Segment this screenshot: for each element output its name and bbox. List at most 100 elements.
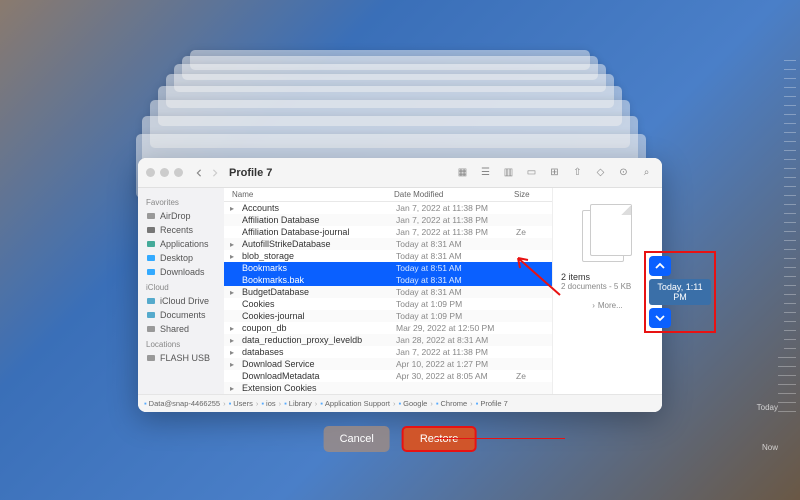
file-name: Accounts [242, 203, 396, 213]
sidebar-item-label: Applications [160, 239, 209, 249]
search-button[interactable]: ⌕ [639, 165, 654, 180]
desktop-icon [146, 253, 156, 263]
view-gallery-button[interactable]: ▭ [524, 165, 539, 180]
file-name: coupon_db [242, 323, 396, 333]
path-separator: › [223, 399, 226, 408]
path-segment[interactable]: ▪Profile 7 [476, 399, 508, 408]
path-segment[interactable]: ▪Google [398, 399, 427, 408]
action-button[interactable]: ⊙ [616, 165, 631, 180]
back-button[interactable] [191, 165, 207, 181]
path-segment[interactable]: ▪Library [284, 399, 312, 408]
path-segment[interactable]: ▪Data@snap-4466255 [144, 399, 220, 408]
file-date: Jan 7, 2022 at 11:38 PM [396, 215, 516, 225]
path-segment[interactable]: ▪Chrome [436, 399, 467, 408]
action-buttons: Cancel Restore [324, 426, 477, 452]
file-list: Name Date Modified Size ▸AccountsJan 7, … [224, 188, 552, 394]
file-name: AutofillStrikeDatabase [242, 239, 396, 249]
file-row[interactable]: ▸AutofillStrikeDatabaseToday at 8:31 AM [224, 238, 552, 250]
time-machine-nav: Today, 1:11 PM [644, 251, 716, 333]
path-segment[interactable]: ▪Application Support [320, 399, 390, 408]
sidebar-item-applications[interactable]: Applications [142, 237, 220, 251]
path-separator: › [279, 399, 282, 408]
document-stack-icon [578, 204, 638, 264]
path-segment[interactable]: ▪Users [229, 399, 253, 408]
folder-icon: ▪ [436, 399, 439, 408]
timeline-scrubber[interactable]: Today Now [766, 60, 796, 460]
file-size: Ze [516, 227, 546, 237]
view-icon-button[interactable]: ▦ [455, 165, 470, 180]
group-button[interactable]: ⊞ [547, 165, 562, 180]
file-date: Jan 7, 2022 at 11:38 PM [396, 203, 516, 213]
file-date: Apr 10, 2022 at 1:27 PM [396, 359, 516, 369]
annotation-arrow-icon [510, 250, 565, 300]
file-date: Jan 7, 2022 at 11:38 PM [396, 347, 516, 357]
path-segment[interactable]: ▪ios [261, 399, 275, 408]
sidebar-item-label: Documents [160, 310, 206, 320]
sidebar-item-label: Desktop [160, 253, 193, 263]
annotation-line [435, 438, 565, 439]
cancel-button[interactable]: Cancel [324, 426, 390, 452]
file-name: Bookmarks.bak [242, 275, 396, 285]
file-name: Affiliation Database-journal [242, 227, 396, 237]
path-separator: › [470, 399, 473, 408]
file-name: Extension Cookies [242, 383, 396, 393]
file-row[interactable]: ▸coupon_dbMar 29, 2022 at 12:50 PM [224, 322, 552, 334]
sidebar-item-flash-usb[interactable]: FLASH USB [142, 351, 220, 365]
sidebar-item-documents[interactable]: Documents [142, 308, 220, 322]
chevron-right-icon: › [592, 301, 595, 310]
file-row[interactable]: CookiesToday at 1:09 PM [224, 298, 552, 310]
sidebar-item-label: iCloud Drive [160, 296, 209, 306]
file-row[interactable]: Affiliation Database-journalJan 7, 2022 … [224, 226, 552, 238]
nav-up-button[interactable] [649, 256, 671, 276]
file-date: Today at 8:31 AM [396, 287, 516, 297]
column-header-size[interactable]: Size [514, 190, 544, 199]
sidebar-item-downloads[interactable]: Downloads [142, 265, 220, 279]
view-column-button[interactable]: ▥ [501, 165, 516, 180]
file-row[interactable]: ▸AccountsJan 7, 2022 at 11:38 PM [224, 202, 552, 214]
file-row[interactable]: ▸BudgetDatabaseToday at 8:31 AM [224, 286, 552, 298]
sidebar-item-airdrop[interactable]: AirDrop [142, 209, 220, 223]
toolbar: Profile 7 ▦ ☰ ▥ ▭ ⊞ ⇧ ◇ ⊙ ⌕ [138, 158, 662, 188]
tag-button[interactable]: ◇ [593, 165, 608, 180]
file-name: data_reduction_proxy_leveldb [242, 335, 396, 345]
folder-icon: ▸ [230, 348, 240, 357]
file-row[interactable]: ▸databasesJan 7, 2022 at 11:38 PM [224, 346, 552, 358]
file-row[interactable]: BookmarksToday at 8:51 AM [224, 262, 552, 274]
sidebar-item-label: AirDrop [160, 211, 191, 221]
file-row[interactable]: ▸blob_storageToday at 8:31 AM [224, 250, 552, 262]
preview-more-button[interactable]: › More... [592, 301, 623, 310]
file-date: Jan 7, 2022 at 11:38 PM [396, 227, 516, 237]
restore-button[interactable]: Restore [402, 426, 477, 452]
file-name: Download Service [242, 359, 396, 369]
view-list-button[interactable]: ☰ [478, 165, 493, 180]
folder-icon: ▸ [230, 288, 240, 297]
file-row[interactable]: Affiliation DatabaseJan 7, 2022 at 11:38… [224, 214, 552, 226]
sidebar-item-recents[interactable]: Recents [142, 223, 220, 237]
file-date: Today at 8:31 AM [396, 251, 516, 261]
column-header-name[interactable]: Name [232, 190, 394, 199]
forward-button[interactable] [207, 165, 223, 181]
folder-icon: ▪ [476, 399, 479, 408]
folder-icon: ▪ [229, 399, 232, 408]
airdrop-icon [146, 211, 156, 221]
sidebar-item-desktop[interactable]: Desktop [142, 251, 220, 265]
file-row[interactable]: ▸data_reduction_proxy_leveldbJan 28, 202… [224, 334, 552, 346]
file-row[interactable]: DownloadMetadataApr 30, 2022 at 8:05 AMZ… [224, 370, 552, 382]
column-header-date[interactable]: Date Modified [394, 190, 514, 199]
file-name: BudgetDatabase [242, 287, 396, 297]
traffic-lights[interactable] [146, 168, 183, 177]
path-bar[interactable]: ▪Data@snap-4466255›▪Users›▪ios›▪Library›… [138, 394, 662, 412]
sidebar-section-label: iCloud [146, 283, 220, 292]
folder-icon: ▸ [230, 240, 240, 249]
sidebar-item-icloud-drive[interactable]: iCloud Drive [142, 294, 220, 308]
file-row[interactable]: ▸Download ServiceApr 10, 2022 at 1:27 PM [224, 358, 552, 370]
sidebar-item-shared[interactable]: Shared [142, 322, 220, 336]
sidebar: FavoritesAirDropRecentsApplicationsDeskt… [138, 188, 224, 394]
file-row[interactable]: Bookmarks.bakToday at 8:31 AM [224, 274, 552, 286]
file-row[interactable]: Cookies-journalToday at 1:09 PM [224, 310, 552, 322]
file-row[interactable]: ▸Extension Cookies [224, 382, 552, 394]
folder-icon: ▸ [230, 384, 240, 393]
snapshot-label: Today, 1:11 PM [649, 279, 711, 305]
share-button[interactable]: ⇧ [570, 165, 585, 180]
nav-down-button[interactable] [649, 308, 671, 328]
